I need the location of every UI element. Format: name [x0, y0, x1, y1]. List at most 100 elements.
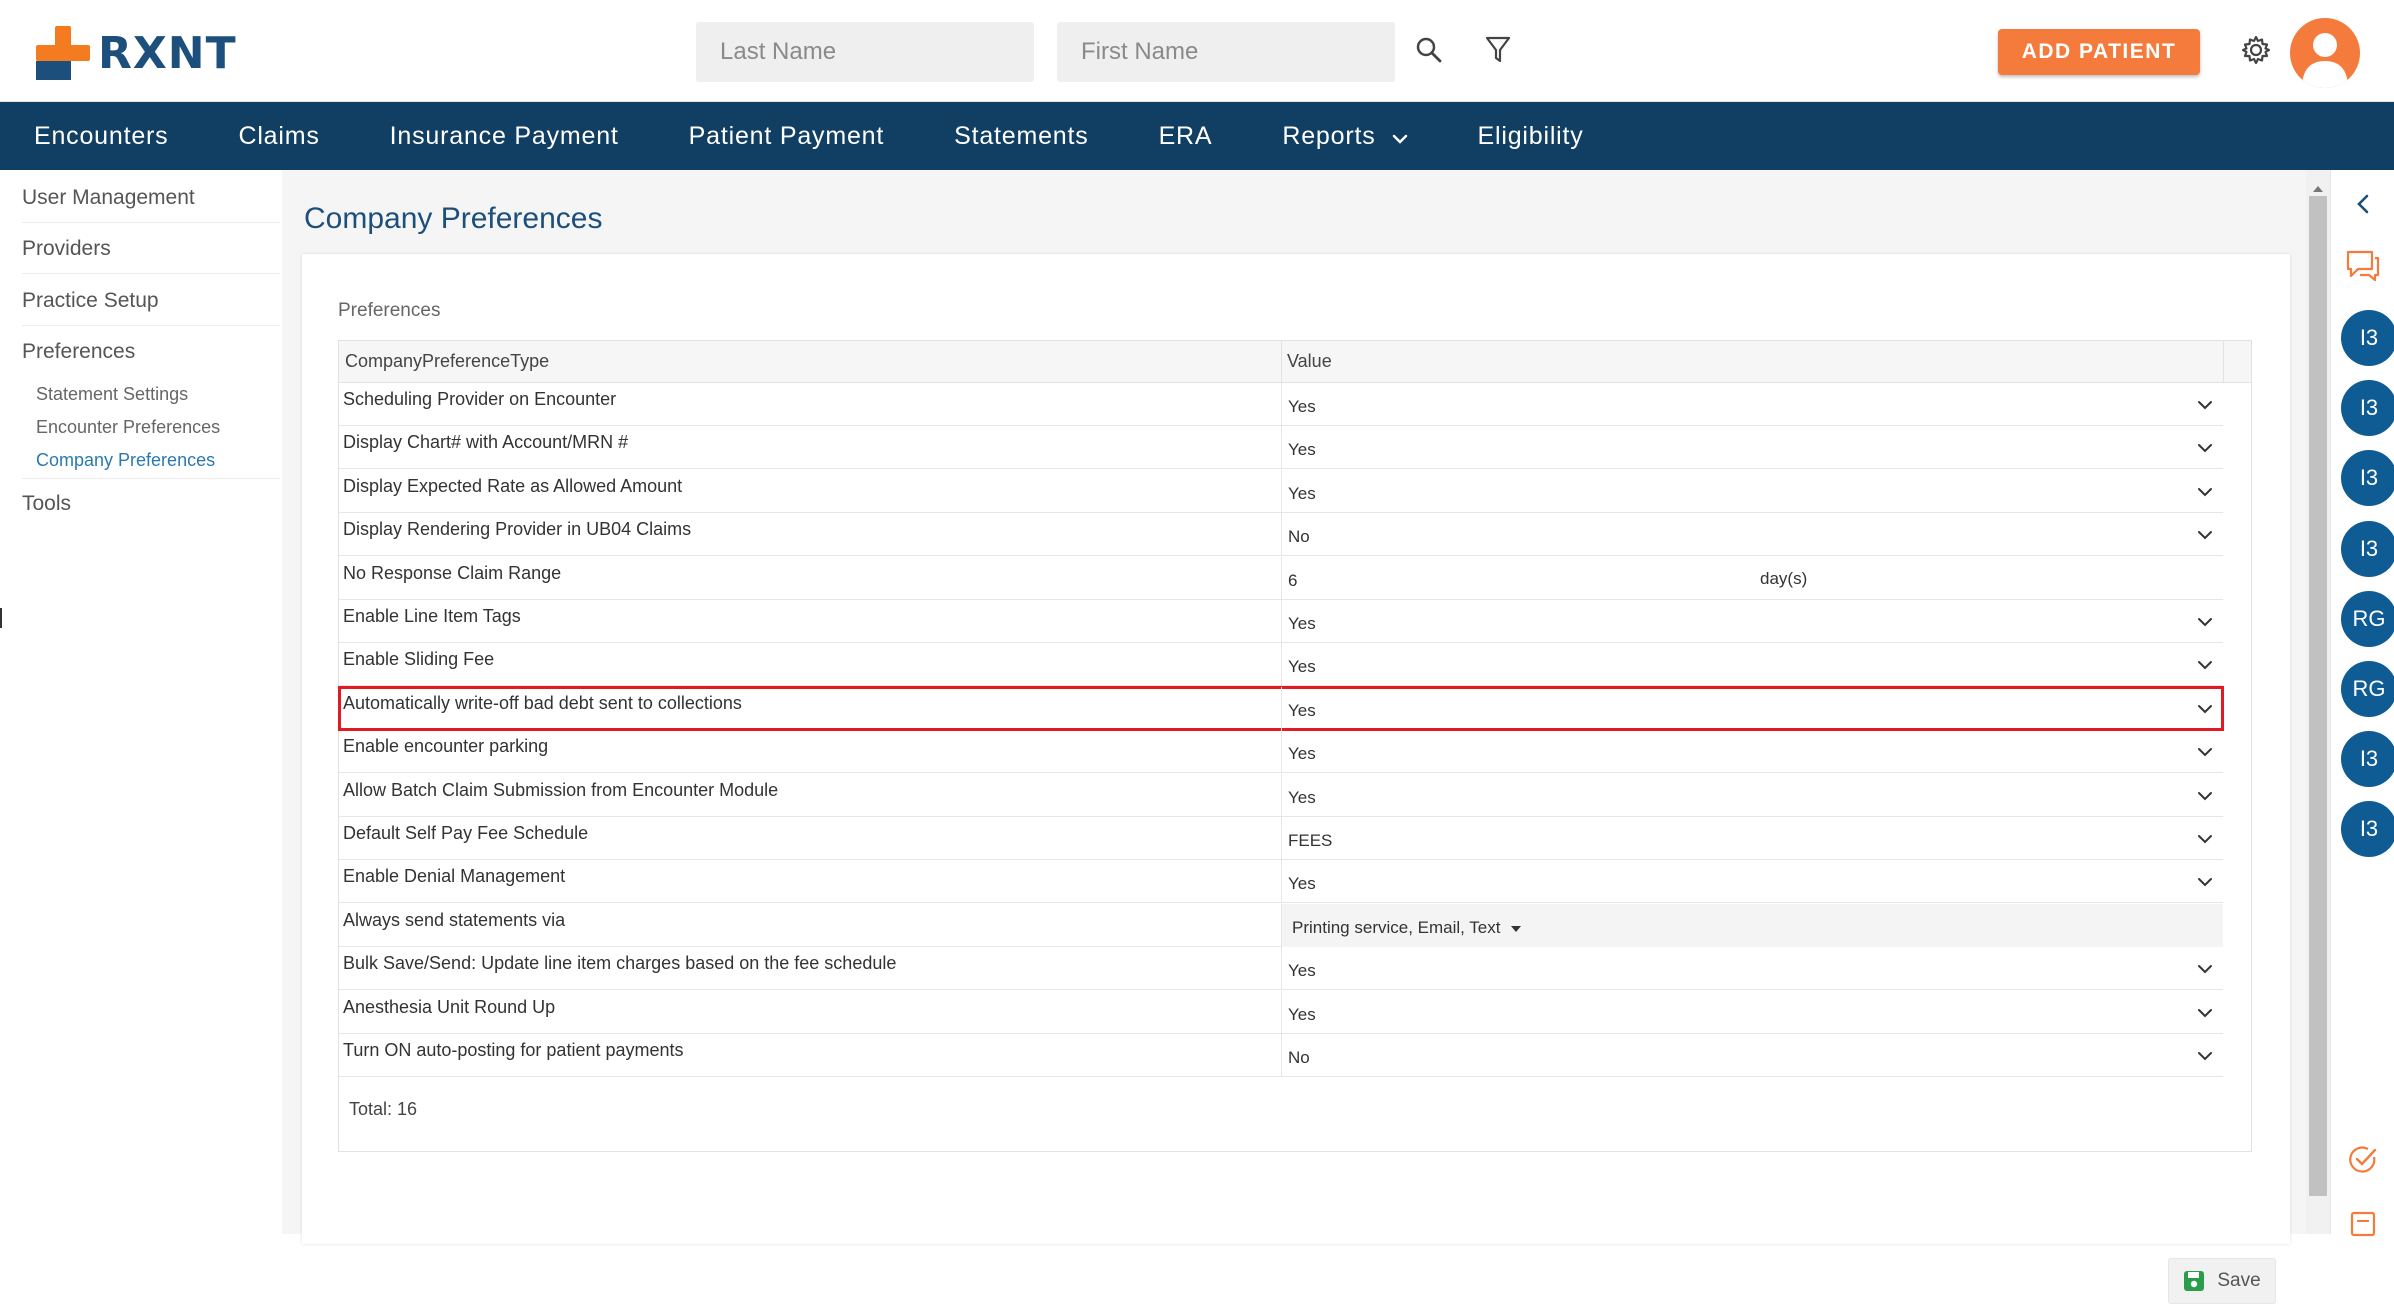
value-dropdown[interactable]: No	[1288, 527, 1310, 547]
rail-user-badge[interactable]: I3	[2341, 310, 2394, 366]
main-nav: Encounters Claims Insurance Payment Pati…	[0, 102, 2394, 170]
filter-icon[interactable]	[1480, 32, 1516, 68]
chevron-down-icon[interactable]	[2195, 1003, 2215, 1023]
gear-icon[interactable]	[2238, 32, 2274, 68]
sidebar-subitem-encounter-preferences[interactable]: Encounter Preferences	[36, 417, 220, 438]
number-input[interactable]: 6	[1288, 571, 1297, 591]
value-cell: 6 day(s)	[1281, 556, 2223, 600]
multiselect-dropdown[interactable]: Printing service, Email, Text	[1292, 918, 1522, 939]
table-row: Enable Denial Management Yes	[339, 860, 2223, 904]
preference-type: Always send statements via	[343, 909, 566, 930]
value-cell: No	[1281, 1034, 2223, 1077]
chevron-down-icon[interactable]	[2195, 829, 2215, 849]
chevron-down-icon[interactable]	[2195, 612, 2215, 632]
chevron-down-icon[interactable]	[2195, 959, 2215, 979]
rail-user-badge[interactable]: I3	[2341, 380, 2394, 437]
value-dropdown[interactable]: Yes	[1288, 440, 1316, 460]
sidebar-item-practice-setup[interactable]: Practice Setup	[22, 289, 159, 313]
chevron-down-icon[interactable]	[2195, 525, 2215, 545]
page-scrollbar[interactable]	[2306, 170, 2330, 1234]
value-dropdown[interactable]: Yes	[1288, 397, 1316, 417]
right-rail: I3 I3 I3 I3 RG RG I3 I3	[2330, 170, 2394, 1237]
chevron-down-icon[interactable]	[2195, 786, 2215, 806]
nav-era[interactable]: ERA	[1159, 122, 1213, 151]
value-dropdown[interactable]: Yes	[1288, 961, 1316, 981]
search-icon[interactable]	[1411, 32, 1447, 68]
rail-user-badge[interactable]: RG	[2341, 661, 2394, 717]
value-dropdown[interactable]: Yes	[1288, 788, 1316, 808]
scrollbar-thumb[interactable]	[2309, 196, 2327, 1196]
save-button[interactable]: Save	[2168, 1258, 2276, 1304]
collapse-chevron-icon[interactable]	[2345, 186, 2381, 222]
chevron-down-icon[interactable]	[2195, 395, 2215, 415]
nav-claims[interactable]: Claims	[238, 122, 319, 151]
nav-statements[interactable]: Statements	[954, 122, 1088, 151]
table-row: Display Expected Rate as Allowed Amount Y…	[339, 469, 2223, 513]
value-cell: Yes	[1281, 947, 2223, 991]
rail-user-badge[interactable]: RG	[2341, 590, 2394, 647]
rail-user-badge[interactable]: I3	[2341, 731, 2394, 788]
preferences-card: Preferences CompanyPreferenceType Value …	[302, 254, 2290, 1304]
sidebar-item-preferences[interactable]: Preferences	[22, 340, 135, 364]
caret-down-icon	[1510, 918, 1522, 938]
grid-total: Total: 16	[349, 1099, 418, 1119]
last-name-input[interactable]	[696, 22, 1034, 82]
nav-eligibility[interactable]: Eligibility	[1478, 122, 1584, 151]
add-patient-button[interactable]: ADD PATIENT	[1998, 29, 2200, 75]
column-header-type[interactable]: CompanyPreferenceType	[345, 351, 549, 372]
first-name-input[interactable]	[1057, 22, 1395, 82]
preference-type: Display Expected Rate as Allowed Amount	[343, 475, 683, 496]
rail-user-badge[interactable]: I3	[2341, 801, 2394, 858]
chevron-down-icon[interactable]	[2195, 872, 2215, 892]
sidebar-subitem-company-preferences[interactable]: Company Preferences	[36, 450, 215, 471]
preference-type: Turn ON auto-posting for patient payment…	[343, 1040, 684, 1060]
value-dropdown[interactable]: FEES	[1288, 831, 1332, 851]
column-header-value[interactable]: Value	[1287, 351, 1332, 372]
chevron-down-icon[interactable]	[2195, 699, 2215, 719]
nav-patient-payment[interactable]: Patient Payment	[689, 122, 884, 151]
preference-type: Display Rendering Provider in UB04 Claim…	[343, 519, 692, 540]
chevron-down-icon[interactable]	[2195, 742, 2215, 762]
nav-reports-label: Reports	[1282, 121, 1376, 150]
value-dropdown[interactable]: Yes	[1288, 484, 1316, 504]
value-dropdown[interactable]: Yes	[1288, 1005, 1316, 1025]
sidebar-item-user-management[interactable]: User Management	[22, 186, 195, 210]
nav-encounters[interactable]: Encounters	[34, 122, 168, 151]
rail-user-badge[interactable]: I3	[2341, 450, 2394, 507]
table-row: Scheduling Provider on Encounter Yes	[339, 383, 2223, 426]
rxnt-logo[interactable]: RXNT	[36, 26, 237, 80]
preference-type: Automatically write-off bad debt sent to…	[343, 692, 742, 713]
value-dropdown[interactable]: Yes	[1288, 874, 1316, 894]
value-dropdown[interactable]: Yes	[1288, 657, 1316, 677]
value-dropdown[interactable]: Yes	[1288, 614, 1316, 634]
sidebar-subitem-statement-settings[interactable]: Statement Settings	[36, 384, 188, 405]
chevron-down-icon[interactable]	[2195, 438, 2215, 458]
table-row: Bulk Save/Send: Update line item charges…	[339, 947, 2223, 991]
chevron-down-icon[interactable]	[2195, 1046, 2215, 1066]
check-circle-icon[interactable]	[2345, 1142, 2381, 1178]
sidebar-item-tools[interactable]: Tools	[22, 492, 71, 516]
nav-reports[interactable]: Reports	[1282, 122, 1407, 151]
sidebar-divider	[22, 222, 280, 223]
column-divider	[1281, 341, 1282, 383]
preference-type: Bulk Save/Send: Update line item charges…	[343, 953, 897, 974]
nav-insurance-payment[interactable]: Insurance Payment	[390, 122, 619, 151]
value-dropdown[interactable]: No	[1288, 1048, 1310, 1068]
sidebar-item-providers[interactable]: Providers	[22, 237, 111, 261]
notes-icon[interactable]	[2345, 1206, 2381, 1242]
rail-user-badge[interactable]: I3	[2341, 520, 2394, 577]
value-dropdown[interactable]: Yes	[1288, 701, 1316, 721]
preference-type: Enable encounter parking	[343, 736, 549, 757]
value-dropdown[interactable]: Yes	[1288, 744, 1316, 764]
preference-type: Allow Batch Claim Submission from Encoun…	[343, 779, 779, 800]
preference-type: Enable Sliding Fee	[343, 649, 495, 670]
chat-icon[interactable]	[2345, 248, 2381, 284]
chevron-down-icon[interactable]	[2195, 482, 2215, 502]
value-cell: Yes	[1281, 686, 2223, 730]
chevron-down-icon[interactable]	[2195, 655, 2215, 675]
table-row: Enable encounter parking Yes	[339, 730, 2223, 774]
user-avatar[interactable]	[2290, 18, 2360, 88]
left-edge-marker	[0, 608, 2, 628]
sidebar-divider	[22, 325, 280, 326]
table-row: Default Self Pay Fee Schedule FEES	[339, 817, 2223, 860]
